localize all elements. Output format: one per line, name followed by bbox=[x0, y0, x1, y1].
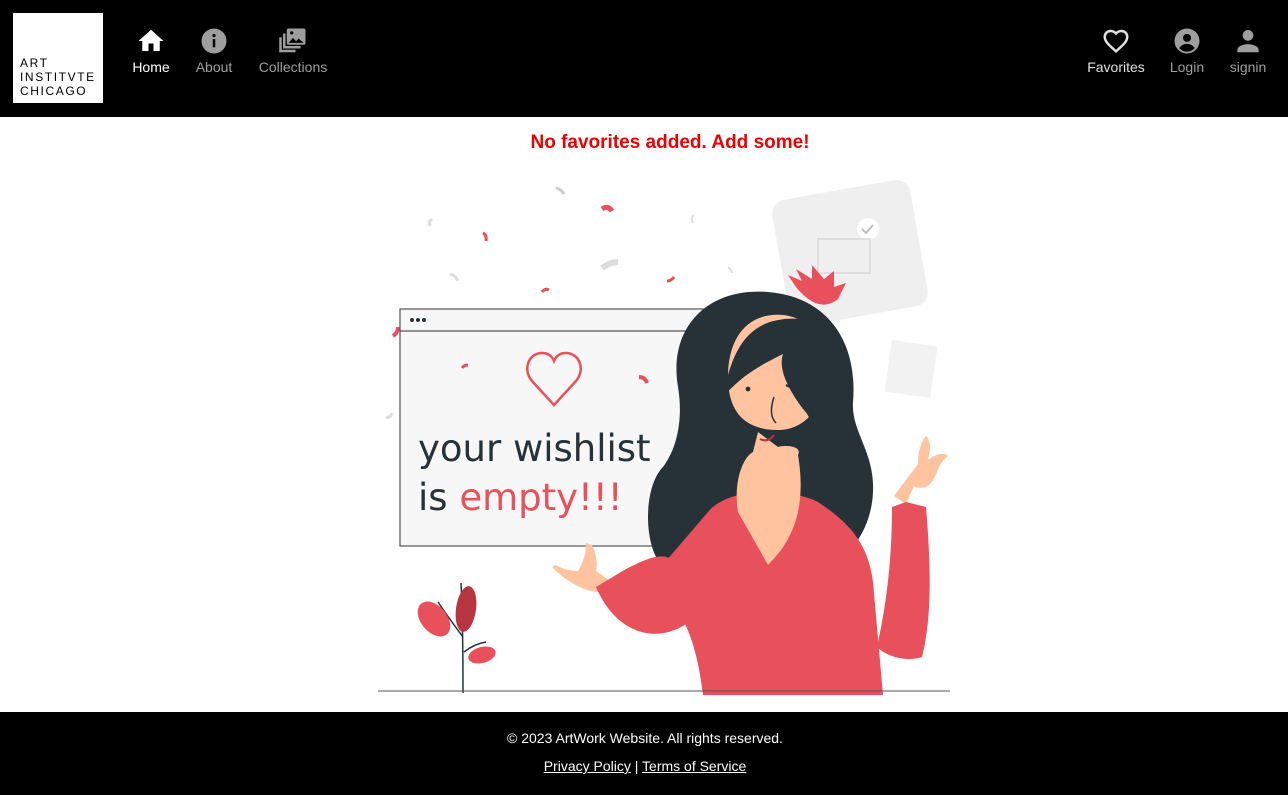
logo-line-3: CHICAGO bbox=[20, 84, 88, 98]
empty-favorites-message: No favorites added. Add some! bbox=[530, 132, 810, 153]
nav-collections-label: Collections bbox=[258, 59, 328, 75]
nav-favorites[interactable]: Favorites bbox=[1084, 26, 1148, 76]
sign-line-2-prefix: is bbox=[418, 476, 459, 519]
home-icon bbox=[138, 29, 164, 51]
footer-separator: | bbox=[634, 758, 639, 774]
nav-collections[interactable]: Collections bbox=[254, 26, 332, 76]
nav-login[interactable]: Login bbox=[1166, 26, 1208, 76]
collections-icon bbox=[279, 28, 306, 53]
nav-about[interactable]: About bbox=[190, 26, 238, 76]
footer: © 2023 ArtWork Website. All rights reser… bbox=[0, 712, 1288, 795]
footer-copyright: © 2023 ArtWork Website. All rights reser… bbox=[507, 730, 783, 746]
nav-home-label: Home bbox=[132, 59, 170, 75]
info-icon bbox=[201, 28, 227, 54]
nav-signin[interactable]: signin bbox=[1226, 26, 1270, 76]
account-circle-icon bbox=[1174, 28, 1200, 54]
sign-line-2: is empty!!! bbox=[418, 476, 623, 519]
terms-of-service-link[interactable]: Terms of Service bbox=[642, 758, 746, 774]
logo-line-1: ART bbox=[20, 56, 49, 70]
logo[interactable]: ART INSTITVTE CHICAGO bbox=[13, 13, 103, 103]
person-icon bbox=[1237, 30, 1259, 53]
nav-login-label: Login bbox=[1169, 59, 1205, 75]
heart-outline-icon bbox=[1103, 29, 1129, 54]
nav-signin-label: signin bbox=[1229, 59, 1267, 75]
footer-links: Privacy Policy | Terms of Service bbox=[0, 758, 1288, 774]
privacy-policy-link[interactable]: Privacy Policy bbox=[544, 758, 631, 774]
nav-home[interactable]: Home bbox=[128, 26, 174, 76]
sign-line-2-accent: empty!!! bbox=[459, 476, 622, 519]
header: ART INSTITVTE CHICAGO Home About Collect… bbox=[0, 0, 1288, 117]
plant bbox=[417, 582, 496, 694]
sign-line-1: your wishlist bbox=[418, 427, 651, 470]
nav-about-label: About bbox=[195, 59, 233, 75]
logo-line-2: INSTITVTE bbox=[20, 70, 96, 84]
tag-card bbox=[884, 340, 938, 398]
empty-wishlist-illustration: your wishlist is empty!!! bbox=[378, 180, 950, 695]
nav-favorites-label: Favorites bbox=[1087, 59, 1145, 75]
main-content: No favorites added. Add some! your wishl… bbox=[0, 117, 1288, 712]
